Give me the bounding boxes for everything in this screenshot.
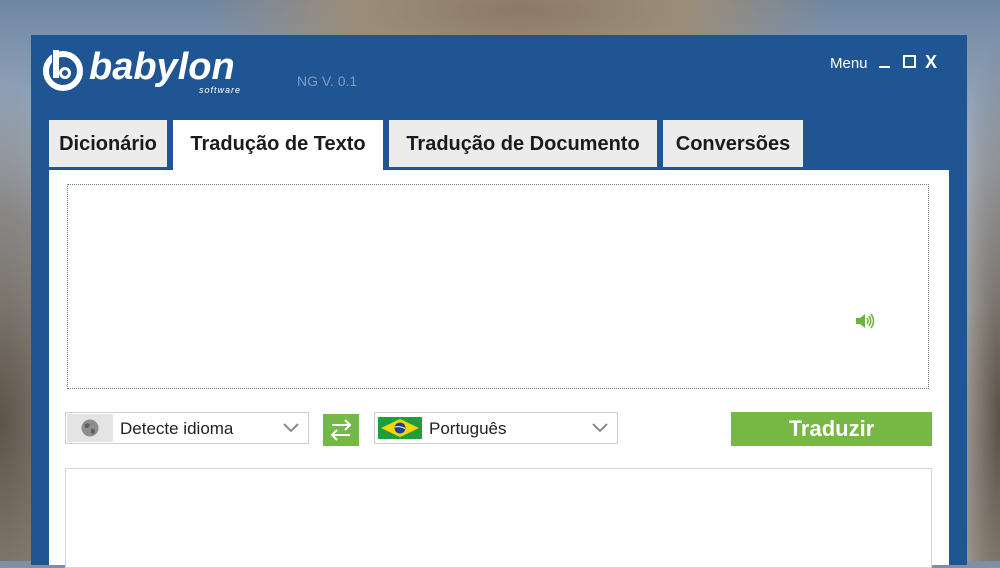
source-language-select[interactable]: Detecte idioma — [65, 412, 309, 444]
translate-button[interactable]: Traduzir — [731, 412, 932, 446]
minimize-button[interactable] — [879, 55, 893, 69]
target-language-label: Português — [429, 419, 507, 438]
translation-output[interactable] — [65, 468, 932, 568]
translation-panel: Detecte idioma Português Traduzir — [49, 170, 949, 568]
chevron-down-icon — [592, 423, 608, 433]
babylon-logo-icon — [43, 49, 83, 91]
source-language-label: Detecte idioma — [120, 419, 234, 438]
brazil-flag-icon — [378, 417, 422, 439]
globe-icon-box — [67, 414, 113, 442]
close-button[interactable]: X — [924, 53, 938, 71]
maximize-icon — [903, 55, 916, 68]
swap-arrows-icon — [330, 419, 352, 441]
version-label: NG V. 0.1 — [297, 73, 358, 89]
tab-traducao-de-texto[interactable]: Tradução de Texto — [173, 120, 383, 170]
maximize-button[interactable] — [903, 55, 917, 69]
app-window: babylon software NG V. 0.1 Menu X Dicion… — [31, 35, 967, 568]
swap-languages-button[interactable] — [323, 414, 359, 446]
tab-traducao-de-documento[interactable]: Tradução de Documento — [389, 120, 657, 167]
speaker-icon[interactable] — [855, 312, 875, 330]
tab-dicionario[interactable]: Dicionário — [49, 120, 167, 167]
source-text-input[interactable] — [67, 184, 929, 389]
menu-button[interactable]: Menu — [830, 55, 868, 72]
brand-subtitle: software — [199, 85, 242, 95]
minimize-icon — [879, 66, 890, 68]
target-language-select[interactable]: Português — [374, 412, 618, 444]
globe-icon — [81, 419, 99, 437]
chevron-down-icon — [283, 423, 299, 433]
brand-name: babylon — [89, 46, 235, 88]
tab-conversoes[interactable]: Conversões — [663, 120, 803, 167]
